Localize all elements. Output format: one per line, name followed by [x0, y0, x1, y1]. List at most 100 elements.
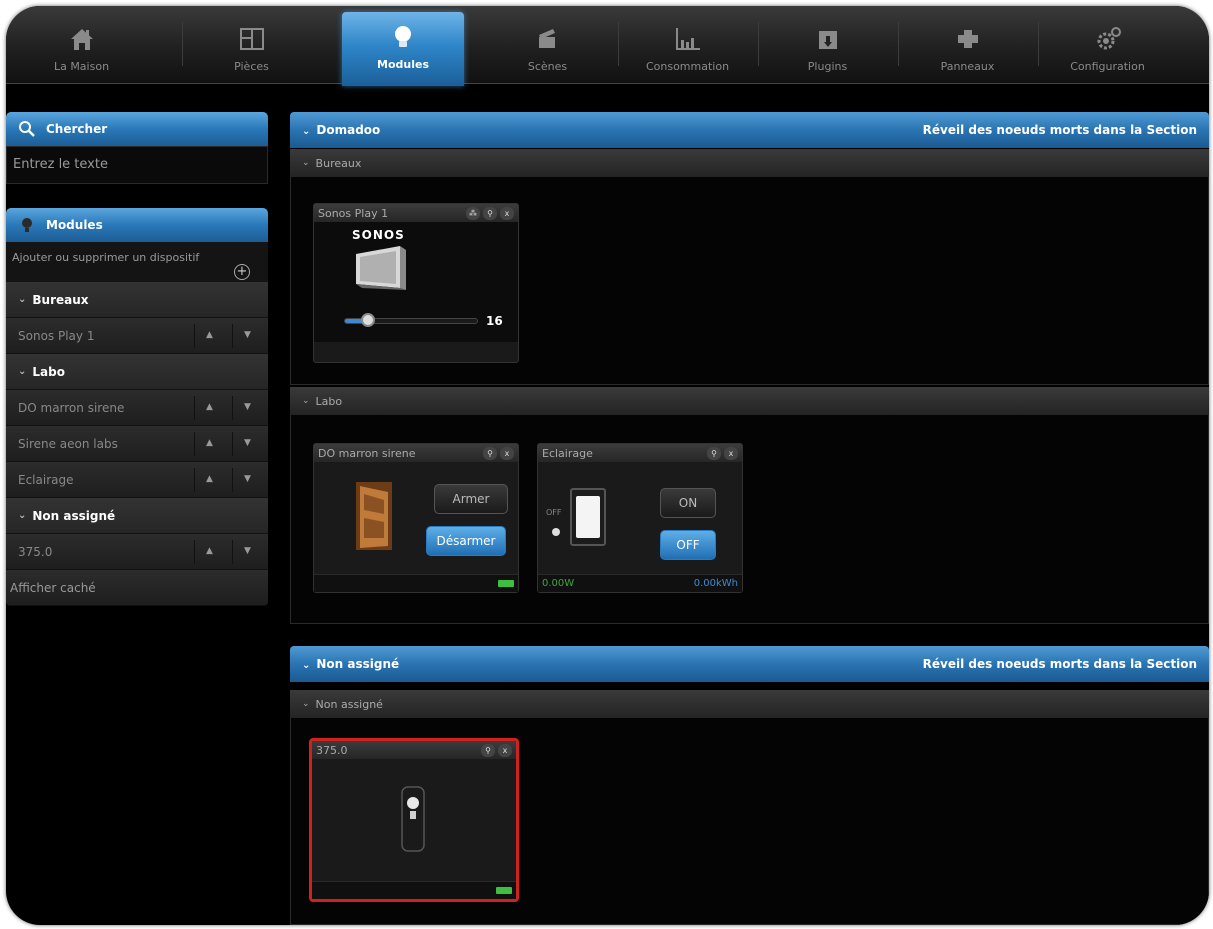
- section-title: Domadoo: [316, 123, 381, 137]
- room-bureaux-body: Sonos Play 1 ⁂ ⚲ x SONOS 16: [290, 177, 1209, 385]
- arm-button[interactable]: Armer: [434, 484, 508, 514]
- modules-header: Modules: [6, 208, 268, 242]
- search-header: Chercher: [6, 112, 268, 146]
- room-bureaux-header[interactable]: ⌄ Bureaux: [290, 149, 1209, 177]
- show-hidden-link[interactable]: Afficher caché: [6, 570, 268, 606]
- section-non-assigne-header[interactable]: ⌄ Non assigné Réveil des noeuds morts dan…: [290, 646, 1209, 682]
- door-sensor-card[interactable]: DO marron sirene ⚲ x Armer Désarmer: [313, 443, 519, 593]
- wake-dead-nodes-link[interactable]: Réveil des noeuds morts dans la Section: [923, 657, 1197, 671]
- nav-scenes[interactable]: Scènes: [480, 14, 615, 84]
- volume-knob[interactable]: [361, 313, 375, 327]
- chevron-down-icon: ⌄: [18, 366, 27, 377]
- move-up-icon[interactable]: ▲: [206, 438, 213, 448]
- room-non-assigne-header[interactable]: ⌄ Non assigné: [290, 690, 1209, 718]
- nav-plugins[interactable]: Plugins: [760, 14, 895, 84]
- room-title: Non assigné: [315, 697, 383, 711]
- wrench-icon[interactable]: ⚲: [481, 743, 495, 757]
- volume-slider[interactable]: [344, 313, 478, 327]
- search-input[interactable]: Entrez le texte: [6, 146, 268, 184]
- chevron-down-icon: ⌄: [302, 158, 310, 168]
- chevron-down-icon: ⌄: [302, 126, 311, 137]
- add-circle-icon[interactable]: +: [234, 264, 250, 280]
- wrench-icon[interactable]: ⚲: [707, 446, 721, 460]
- card-title: DO marron sirene: [318, 446, 416, 460]
- disarm-button[interactable]: Désarmer: [426, 526, 506, 556]
- move-up-icon[interactable]: ▲: [206, 474, 213, 484]
- door-icon: [356, 482, 392, 550]
- group-labo[interactable]: ⌄ Labo: [6, 354, 268, 390]
- group-icon[interactable]: ⁂: [466, 206, 480, 220]
- nav-label: Consommation: [645, 60, 730, 73]
- section-title: Non assigné: [316, 657, 400, 671]
- nav-label: Pièces: [234, 60, 269, 73]
- off-button[interactable]: OFF: [660, 530, 716, 560]
- move-down-icon[interactable]: ▼: [244, 474, 251, 484]
- sonos-card[interactable]: Sonos Play 1 ⁂ ⚲ x SONOS 16: [313, 203, 519, 363]
- house-icon: [70, 29, 93, 50]
- card-header: DO marron sirene ⚲ x: [314, 444, 518, 462]
- app-frame: La Maison Pièces Modules Scènes Consomma…: [6, 6, 1209, 925]
- close-icon[interactable]: x: [500, 446, 514, 460]
- switch-image: [570, 488, 606, 546]
- add-remove-label: Ajouter ou supprimer un dispositif: [12, 251, 200, 264]
- device-name: Sirene aeon labs: [18, 436, 118, 451]
- move-up-icon[interactable]: ▲: [206, 546, 213, 556]
- nav-label: Modules: [377, 58, 429, 71]
- device-row[interactable]: 375.0 ▲ ▼: [6, 534, 268, 570]
- move-up-icon[interactable]: ▲: [206, 330, 213, 340]
- modules-title: Modules: [46, 218, 103, 232]
- move-down-icon[interactable]: ▼: [244, 546, 251, 556]
- nav-modules[interactable]: Modules: [342, 12, 464, 86]
- add-remove-device[interactable]: Ajouter ou supprimer un dispositif +: [6, 242, 268, 282]
- remote-card[interactable]: 375.0 ⚲ x: [309, 738, 519, 902]
- move-down-icon[interactable]: ▼: [244, 438, 251, 448]
- move-down-icon[interactable]: ▼: [244, 402, 251, 412]
- wake-dead-nodes-link[interactable]: Réveil des noeuds morts dans la Section: [923, 123, 1197, 137]
- nav-panneaux[interactable]: Panneaux: [900, 14, 1035, 84]
- nav-configuration[interactable]: Configuration: [1040, 14, 1175, 84]
- card-footer: [312, 881, 516, 899]
- wrench-icon[interactable]: ⚲: [483, 206, 497, 220]
- rooms-icon: [239, 28, 264, 50]
- energy-reading: 0.00kWh: [693, 578, 738, 589]
- move-down-icon[interactable]: ▼: [244, 330, 251, 340]
- nav-label: La Maison: [53, 60, 110, 73]
- battery-icon: [496, 887, 512, 894]
- device-row[interactable]: Sonos Play 1 ▲ ▼: [6, 318, 268, 354]
- card-title: Eclairage: [542, 446, 593, 460]
- card-header: Eclairage ⚲ x: [538, 444, 742, 462]
- device-row[interactable]: DO marron sirene ▲ ▼: [6, 390, 268, 426]
- light-switch-card[interactable]: Eclairage ⚲ x OFF ON OFF 0.00W 0.00kWh: [537, 443, 743, 593]
- nav-consommation[interactable]: Consommation: [620, 14, 755, 84]
- device-name: 375.0: [18, 544, 53, 559]
- gears-icon: [1097, 27, 1121, 50]
- device-row[interactable]: Eclairage ▲ ▼: [6, 462, 268, 498]
- chevron-down-icon: ⌄: [302, 699, 310, 709]
- nav-pieces[interactable]: Pièces: [184, 14, 319, 84]
- nav-la-maison[interactable]: La Maison: [14, 14, 149, 84]
- close-icon[interactable]: x: [500, 206, 514, 220]
- room-labo-header[interactable]: ⌄ Labo: [290, 387, 1209, 415]
- nav-label: Scènes: [527, 60, 568, 73]
- close-icon[interactable]: x: [498, 743, 512, 757]
- move-up-icon[interactable]: ▲: [206, 402, 213, 412]
- battery-icon: [498, 580, 514, 587]
- group-bureaux[interactable]: ⌄ Bureaux: [6, 282, 268, 318]
- device-name: Sonos Play 1: [18, 328, 95, 343]
- power-reading: 0.00W: [542, 578, 575, 589]
- on-button[interactable]: ON: [660, 488, 716, 518]
- search-icon: [19, 121, 35, 137]
- nav-label: Plugins: [807, 60, 848, 73]
- chevron-down-icon: ⌄: [302, 396, 310, 406]
- chevron-down-icon: ⌄: [18, 510, 27, 521]
- group-non-assigne[interactable]: ⌄ Non assigné: [6, 498, 268, 534]
- room-title: Labo: [315, 394, 343, 408]
- device-row[interactable]: Sirene aeon labs ▲ ▼: [6, 426, 268, 462]
- chevron-down-icon: ⌄: [302, 660, 311, 671]
- wrench-icon[interactable]: ⚲: [483, 446, 497, 460]
- speaker-image: [356, 246, 406, 290]
- card-header: Sonos Play 1 ⁂ ⚲ x: [314, 204, 518, 222]
- close-icon[interactable]: x: [724, 446, 738, 460]
- nav-label: Configuration: [1070, 60, 1145, 73]
- section-domadoo-header[interactable]: ⌄ Domadoo Réveil des noeuds morts dans la…: [290, 112, 1209, 148]
